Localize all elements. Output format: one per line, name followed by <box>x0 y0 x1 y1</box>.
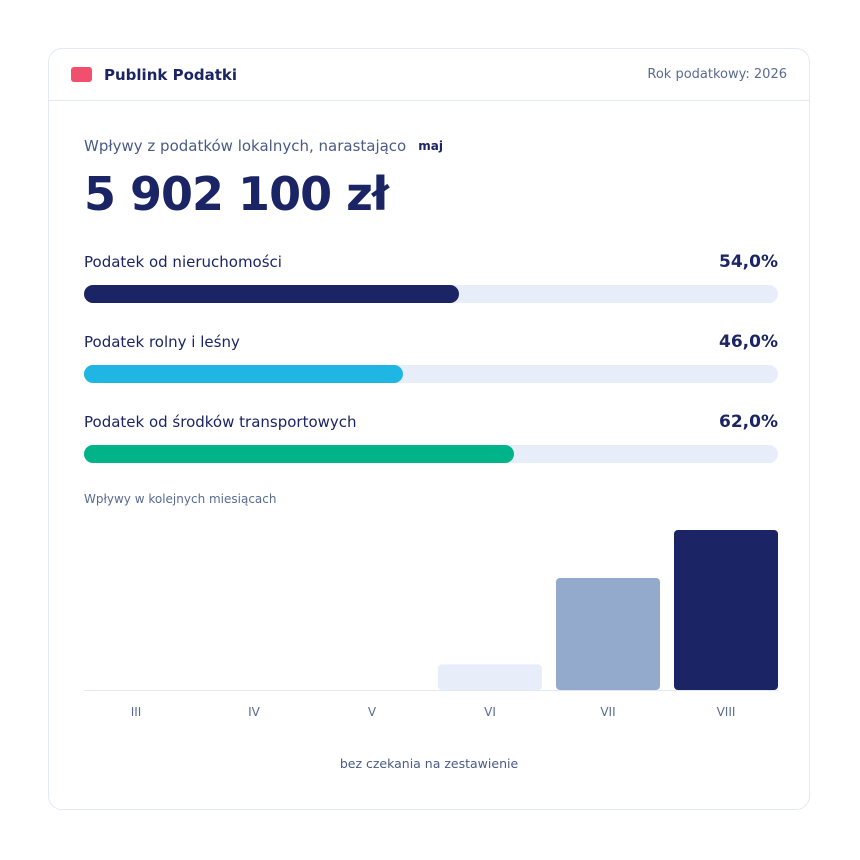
x-tick-label: V <box>368 705 377 719</box>
x-tick-label: III <box>131 705 142 719</box>
brand-name: Publink Podatki <box>104 65 238 84</box>
progress-track <box>84 445 778 463</box>
x-tick-label: VI <box>484 705 496 719</box>
tax-row-property: Podatek od nieruchomości 54,0% <box>84 249 778 303</box>
x-tick-label: IV <box>248 705 261 719</box>
bar-vi <box>438 664 542 690</box>
month-badge: maj <box>418 139 443 153</box>
progress-track <box>84 285 778 303</box>
metric-label: Wpływy z podatków lokalnych, narastająco <box>84 137 407 155</box>
tax-name: Podatek od środków transportowych <box>84 413 357 431</box>
tax-percent: 62,0% <box>719 412 778 432</box>
tax-name: Podatek od nieruchomości <box>84 253 282 271</box>
x-tick-label: VIII <box>717 705 736 719</box>
footer-note: bez czekania na zestawienie <box>339 756 519 771</box>
tax-card: Publink Podatki Rok podatkowy: 2026 Wpły… <box>48 48 810 810</box>
tax-row-agricultural: Podatek rolny i leśny 46,0% <box>84 329 778 383</box>
tax-percent: 46,0% <box>719 332 778 352</box>
tax-name: Podatek rolny i leśny <box>84 333 240 351</box>
bar-vii <box>556 578 660 690</box>
progress-fill <box>84 445 515 463</box>
x-tick-label: VII <box>600 705 615 719</box>
progress-fill <box>84 365 404 383</box>
progress-track <box>84 365 778 383</box>
chart-title: Wpływy w kolejnych miesiącach <box>84 492 277 506</box>
total-amount: 5 902 100 zł <box>84 167 389 221</box>
brand: Publink Podatki <box>71 66 237 84</box>
metric-label-row: Wpływy z podatków lokalnych, narastająco… <box>84 137 443 155</box>
folder-icon <box>71 67 92 82</box>
card-header: Publink Podatki Rok podatkowy: 2026 <box>49 49 809 101</box>
tax-percent: 54,0% <box>719 252 778 272</box>
tax-row-transport: Podatek od środków transportowych 62,0% <box>84 409 778 463</box>
monthly-bar-chart: III IV V VI VII VIII <box>84 530 778 719</box>
tax-year: Rok podatkowy: 2026 <box>647 67 787 82</box>
bar-viii <box>674 530 778 690</box>
progress-fill <box>84 285 459 303</box>
